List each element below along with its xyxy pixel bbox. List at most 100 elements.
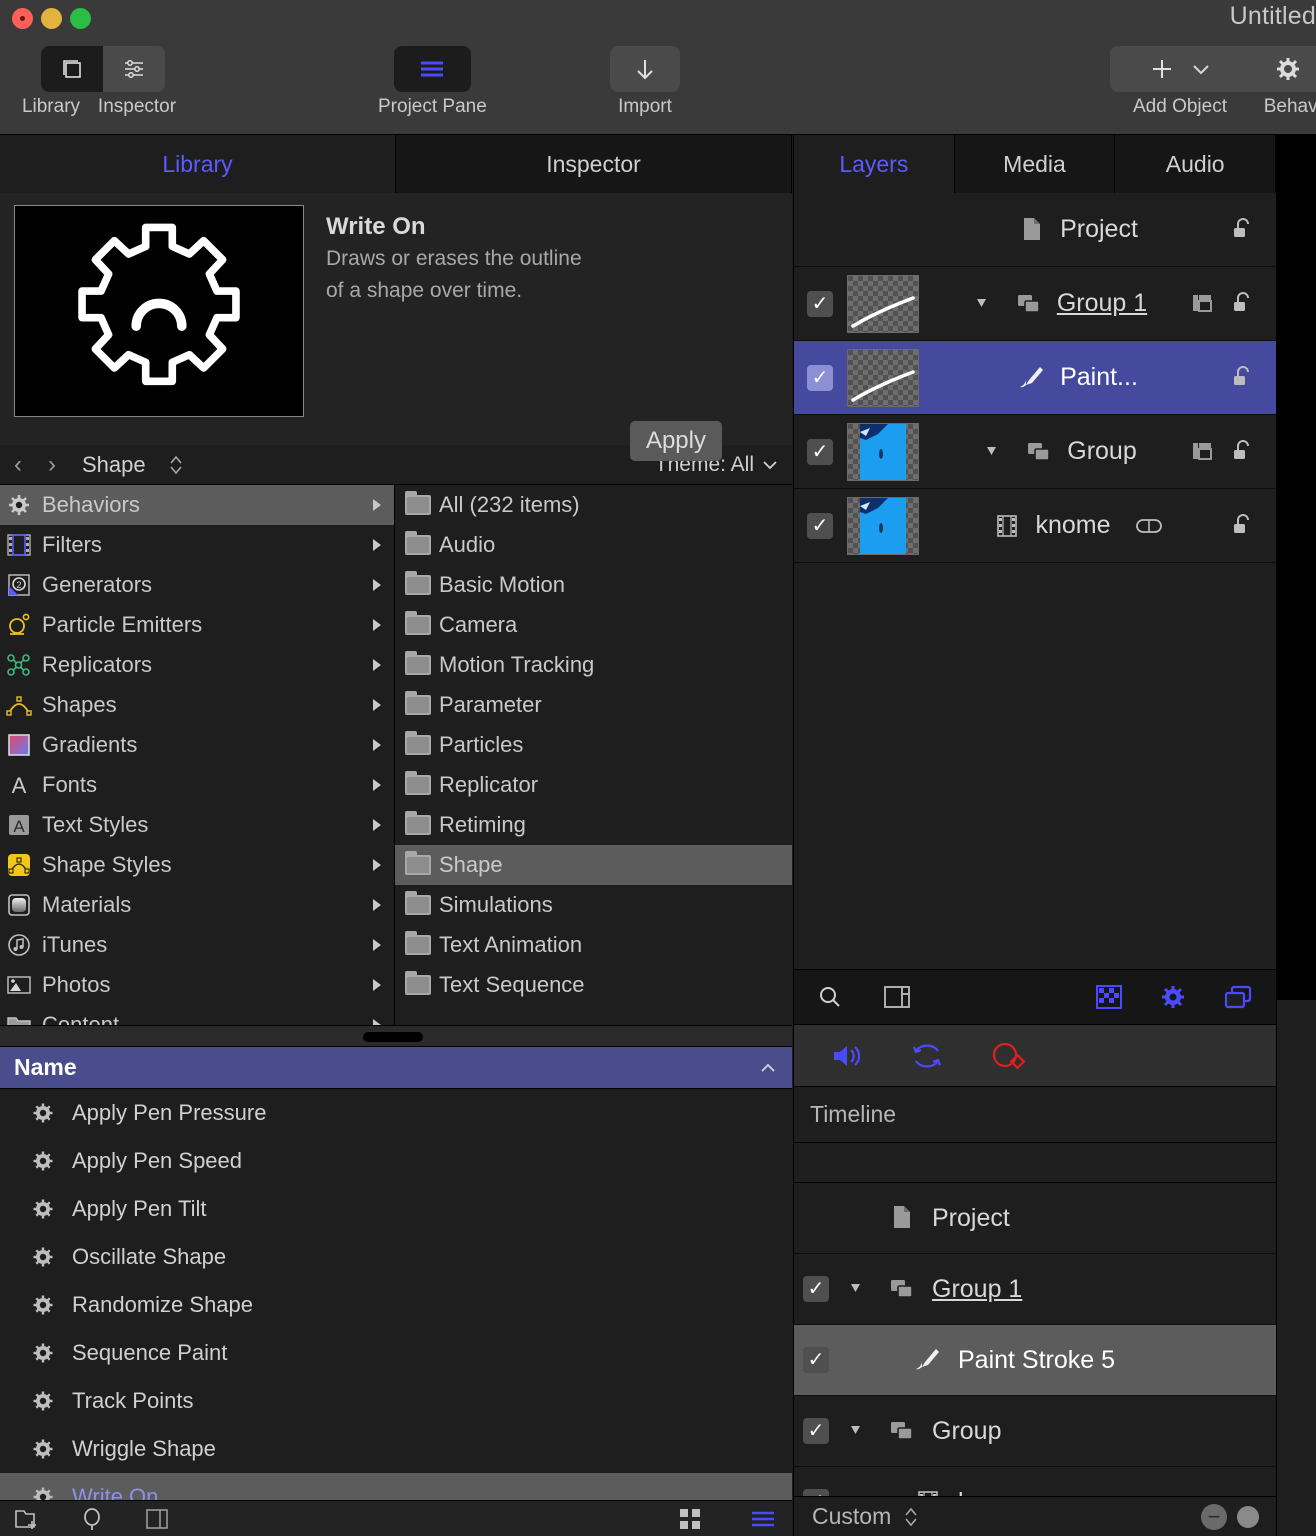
- category-list[interactable]: Behaviors Filters 2 Generators Particle Emit…: [0, 485, 395, 1025]
- new-folder-icon[interactable]: [14, 1507, 42, 1531]
- unlock-icon[interactable]: [1230, 365, 1256, 391]
- timeline-visibility-checkbox[interactable]: ✓: [803, 1347, 829, 1373]
- tab-media[interactable]: Media: [954, 135, 1116, 193]
- apply-button[interactable]: Apply: [629, 421, 722, 461]
- behavior-row-sequence-paint[interactable]: Sequence Paint: [0, 1329, 792, 1377]
- library-toolbar-button[interactable]: [41, 46, 103, 92]
- zoom-slider-handle[interactable]: [1237, 1505, 1259, 1528]
- layer-visibility-cell[interactable]: ✓: [794, 364, 846, 391]
- checkerboard-icon[interactable]: [1094, 983, 1124, 1011]
- category-row-filters[interactable]: Filters: [0, 525, 394, 565]
- import-button[interactable]: [610, 46, 680, 92]
- behavior-row-apply-pen-pressure[interactable]: Apply Pen Pressure: [0, 1089, 792, 1137]
- chevron-left-icon[interactable]: ‹: [14, 451, 22, 479]
- subcategory-list[interactable]: All (232 items) Audio Basic Motion Camera Mo…: [395, 485, 792, 1025]
- disclosure-triangle-icon[interactable]: [963, 294, 1009, 314]
- timeline-visibility-cell[interactable]: ✓: [794, 1347, 838, 1373]
- timeline-layer-list[interactable]: Project✓Group 1✓Paint Stroke 5✓Group✓kno…: [794, 1183, 1276, 1536]
- timeline-visibility-cell[interactable]: ✓: [794, 1276, 838, 1302]
- timeline-name-label[interactable]: Paint Stroke 5: [958, 1346, 1115, 1375]
- close-window-button[interactable]: [12, 8, 33, 29]
- behavior-row-apply-pen-speed[interactable]: Apply Pen Speed: [0, 1137, 792, 1185]
- behaviors-button[interactable]: [1236, 46, 1316, 92]
- behavior-row-track-points[interactable]: Track Points: [0, 1377, 792, 1425]
- behavior-row-apply-pen-tilt[interactable]: Apply Pen Tilt: [0, 1185, 792, 1233]
- layer-visibility-cell[interactable]: ✓: [794, 438, 846, 465]
- layers-list[interactable]: Project ✓ Group 1 ✓ Paint... ✓ Group ✓ knome: [794, 193, 1276, 969]
- timeline-visibility-checkbox[interactable]: ✓: [803, 1418, 829, 1444]
- behavior-list[interactable]: Apply Pen Pressure Apply Pen Speed Apply P…: [0, 1089, 792, 1521]
- timeline-visibility-checkbox[interactable]: ✓: [803, 1276, 829, 1302]
- subcategory-row-replicator[interactable]: Replicator: [395, 765, 792, 805]
- layer-row-group-1[interactable]: ✓ Group 1: [794, 267, 1276, 341]
- layer-name-label[interactable]: Project: [1060, 215, 1138, 244]
- subcategory-row-parameter[interactable]: Parameter: [395, 685, 792, 725]
- minimize-window-button[interactable]: [41, 8, 62, 29]
- timeline-row-project[interactable]: Project: [794, 1183, 1276, 1254]
- unlock-icon[interactable]: [1230, 291, 1256, 317]
- category-row-generators[interactable]: 2 Generators: [0, 565, 394, 605]
- timeline-row-group-1[interactable]: ✓ Group 1: [794, 1254, 1276, 1325]
- unlock-icon[interactable]: [1230, 217, 1256, 243]
- category-row-materials[interactable]: Materials: [0, 885, 394, 925]
- category-row-gradients[interactable]: Gradients: [0, 725, 394, 765]
- layer-row-project[interactable]: Project: [794, 193, 1276, 267]
- add-object-button[interactable]: [1110, 46, 1250, 92]
- layer-name-label[interactable]: Group 1: [1057, 289, 1147, 318]
- scrollbar-thumb[interactable]: [363, 1032, 423, 1042]
- zoom-out-icon[interactable]: −: [1201, 1503, 1227, 1530]
- mask-icon[interactable]: [1190, 292, 1216, 316]
- up-down-stepper-icon[interactable]: [168, 452, 184, 478]
- subcategory-row-text-animation[interactable]: Text Animation: [395, 925, 792, 965]
- tab-inspector[interactable]: Inspector: [396, 135, 792, 193]
- timeline-name-label[interactable]: Group 1: [932, 1275, 1022, 1304]
- timeline-row-paint-stroke-5[interactable]: ✓ Paint Stroke 5: [794, 1325, 1276, 1396]
- category-row-particle-emitters[interactable]: Particle Emitters: [0, 605, 394, 645]
- mask-icon[interactable]: [1190, 440, 1216, 464]
- disclosure-triangle-icon[interactable]: [973, 442, 1019, 462]
- maximize-window-button[interactable]: [70, 8, 91, 29]
- behavior-row-wriggle-shape[interactable]: Wriggle Shape: [0, 1425, 792, 1473]
- timeline-name-label[interactable]: Group: [932, 1417, 1001, 1446]
- layer-visibility-checkbox[interactable]: ✓: [807, 364, 833, 391]
- tab-layers[interactable]: Layers: [794, 135, 955, 193]
- layer-row-paint-[interactable]: ✓ Paint...: [794, 341, 1276, 415]
- sidebar-toggle-icon[interactable]: [144, 1507, 170, 1531]
- subcategory-row-motion-tracking[interactable]: Motion Tracking: [395, 645, 792, 685]
- category-row-shape-styles[interactable]: Shape Styles: [0, 845, 394, 885]
- list-view-icon[interactable]: [748, 1507, 778, 1531]
- layer-visibility-cell[interactable]: ✓: [794, 512, 846, 539]
- unlock-icon[interactable]: [1230, 439, 1256, 465]
- category-row-fonts[interactable]: A Fonts: [0, 765, 394, 805]
- subcategory-row-shape[interactable]: Shape: [395, 845, 792, 885]
- loop-icon[interactable]: [908, 1040, 946, 1072]
- subcategory-row-camera[interactable]: Camera: [395, 605, 792, 645]
- category-row-behaviors[interactable]: Behaviors: [0, 485, 394, 525]
- layer-name-label[interactable]: Paint...: [1060, 363, 1138, 392]
- grid-view-icon[interactable]: [676, 1505, 706, 1533]
- window-layout-icon[interactable]: [882, 984, 912, 1010]
- disclosure-triangle-icon[interactable]: [838, 1421, 882, 1441]
- inspector-toolbar-button[interactable]: [103, 46, 165, 92]
- unlock-icon[interactable]: [1230, 513, 1256, 539]
- library-horizontal-scrollbar[interactable]: [0, 1025, 792, 1047]
- gear-icon[interactable]: [1158, 982, 1188, 1012]
- layer-visibility-cell[interactable]: ✓: [794, 290, 846, 317]
- subcategory-row-simulations[interactable]: Simulations: [395, 885, 792, 925]
- subcategory-row-retiming[interactable]: Retiming: [395, 805, 792, 845]
- category-row-photos[interactable]: Photos: [0, 965, 394, 1005]
- category-row-itunes[interactable]: iTunes: [0, 925, 394, 965]
- timeline-row-group[interactable]: ✓ Group: [794, 1396, 1276, 1467]
- layer-visibility-checkbox[interactable]: ✓: [807, 438, 833, 465]
- layer-row-group[interactable]: ✓ Group: [794, 415, 1276, 489]
- search-icon[interactable]: [816, 983, 844, 1011]
- speaker-icon[interactable]: [830, 1040, 866, 1072]
- subcategory-row-particles[interactable]: Particles: [395, 725, 792, 765]
- link-icon[interactable]: [1135, 513, 1163, 539]
- behavior-list-header[interactable]: Name: [0, 1047, 792, 1089]
- record-keyframe-icon[interactable]: [988, 1039, 1028, 1073]
- category-row-shapes[interactable]: Shapes: [0, 685, 394, 725]
- category-row-replicators[interactable]: Replicators: [0, 645, 394, 685]
- layer-visibility-checkbox[interactable]: ✓: [807, 512, 833, 539]
- disclosure-triangle-icon[interactable]: [838, 1279, 882, 1299]
